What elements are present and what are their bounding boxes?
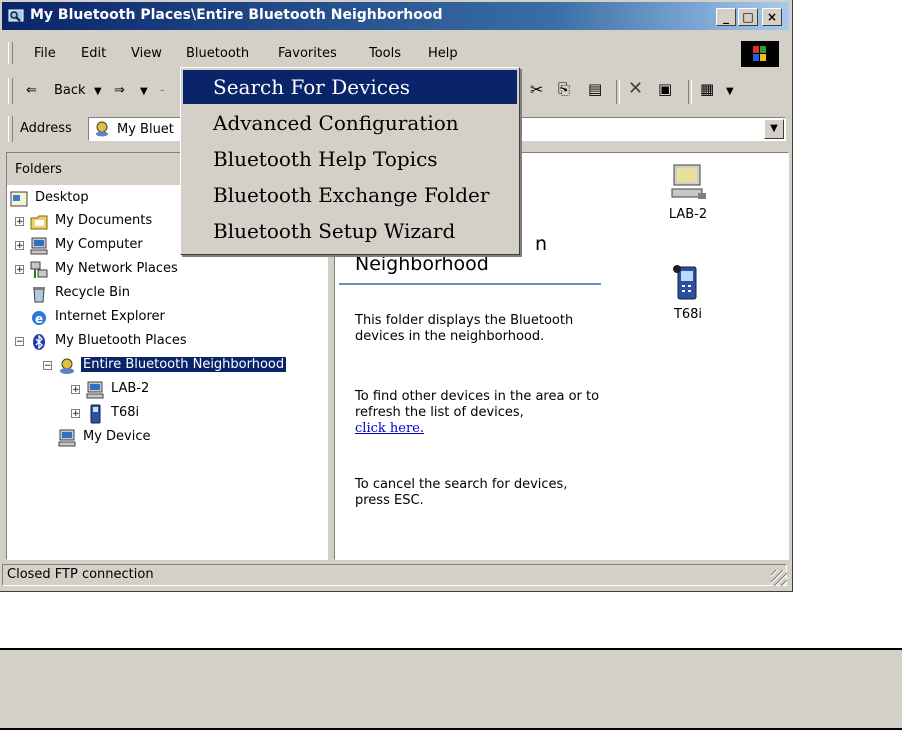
menu-item-bluetooth-exchange-folder[interactable]: Bluetooth Exchange Folder	[183, 178, 517, 212]
up-folder-icon[interactable]: -	[160, 83, 165, 98]
collapse-toggle[interactable]: −	[43, 361, 52, 371]
toolbar-separator	[688, 80, 692, 104]
expand-toggle[interactable]: +	[71, 385, 80, 395]
menu-help[interactable]: Help	[428, 46, 458, 61]
delete-icon[interactable]: ✕	[628, 78, 643, 99]
paste-icon[interactable]: ▤	[588, 80, 602, 98]
address-value: My Bluet	[117, 122, 174, 137]
address-dropdown-icon[interactable]: ▼	[764, 119, 784, 139]
network-places-icon	[30, 261, 48, 278]
bluetooth-dropdown-menu: Search For Devices Advanced Configuratio…	[180, 67, 520, 255]
explorer-window: My Bluetooth Places\Entire Bluetooth Nei…	[0, 0, 793, 592]
menu-edit[interactable]: Edit	[81, 46, 106, 61]
cancel-search-text: To cancel the search for devices, press …	[355, 477, 568, 508]
computer-icon	[671, 164, 706, 199]
expand-toggle[interactable]: +	[71, 409, 80, 419]
tree-item-label: Desktop	[35, 190, 89, 205]
refresh-instruction: To find other devices in the area or to …	[355, 389, 600, 420]
folder-documents-icon	[30, 215, 48, 230]
status-bar: Closed FTP connection	[2, 564, 789, 588]
maximize-button[interactable]: □	[738, 8, 758, 26]
tree-item-label: Recycle Bin	[55, 285, 130, 300]
windows-logo-icon	[741, 41, 779, 67]
expand-toggle[interactable]: +	[15, 241, 24, 251]
tree-item-label: My Computer	[55, 237, 143, 252]
bluetooth-neighborhood-icon	[60, 358, 74, 374]
menu-view[interactable]: View	[131, 46, 162, 61]
footer-top-rule	[0, 648, 902, 650]
title-bar[interactable]: My Bluetooth Places\Entire Bluetooth Nei…	[2, 2, 789, 30]
tree-item-label-selected: Entire Bluetooth Neighborhood	[81, 357, 287, 372]
tree-item-label: My Bluetooth Places	[55, 333, 187, 348]
menu-tools[interactable]: Tools	[369, 46, 401, 61]
page-heading: Neighborhood	[355, 253, 489, 275]
bluetooth-icon	[33, 334, 45, 350]
heading-divider	[339, 283, 601, 285]
back-dropdown-icon[interactable]: ▼	[94, 86, 102, 97]
svg-text:e: e	[35, 312, 43, 326]
search-devices-link[interactable]: click here.	[355, 421, 424, 436]
menu-favorites[interactable]: Favorites	[278, 46, 337, 61]
menubar-grip[interactable]	[8, 42, 13, 64]
resize-grip-icon[interactable]	[771, 570, 787, 586]
menu-bluetooth[interactable]: Bluetooth	[186, 46, 249, 61]
toolbar-grip[interactable]	[8, 78, 13, 104]
menu-file[interactable]: File	[34, 46, 56, 61]
views-dropdown-icon[interactable]: ▼	[726, 86, 734, 97]
window-title: My Bluetooth Places\Entire Bluetooth Nei…	[30, 7, 443, 23]
computer-icon	[58, 429, 76, 447]
addressbar-grip[interactable]	[8, 116, 13, 142]
menu-item-search-for-devices[interactable]: Search For Devices	[183, 70, 517, 104]
computer-icon	[86, 381, 104, 399]
tree-item-label: My Documents	[55, 213, 153, 228]
refresh-instruction-text: To find other devices in the area or to …	[355, 389, 605, 437]
back-arrow-icon[interactable]: ⇐	[26, 83, 37, 98]
device-label: T68i	[673, 307, 703, 322]
views-icon[interactable]: ▦	[700, 80, 714, 98]
device-lab-2[interactable]: LAB-2	[653, 163, 723, 222]
internet-explorer-icon: e	[32, 311, 46, 326]
menu-item-advanced-configuration[interactable]: Advanced Configuration	[183, 106, 517, 140]
forward-dropdown-icon[interactable]: ▼	[140, 86, 148, 97]
minimize-button[interactable]: _	[716, 8, 736, 26]
tree-item-label: T68i	[111, 405, 140, 420]
phone-icon	[90, 404, 101, 424]
menu-item-bluetooth-setup-wizard[interactable]: Bluetooth Setup Wizard	[183, 214, 517, 248]
expand-toggle[interactable]: +	[15, 217, 24, 227]
menu-bar: File Edit View Bluetooth Favorites Tools…	[2, 40, 789, 68]
device-t68i[interactable]: T68i	[653, 263, 723, 322]
back-button[interactable]: Back	[54, 83, 86, 98]
tree-item-label: LAB-2	[111, 381, 150, 396]
footer-bottom-rule	[0, 728, 902, 730]
footer-band	[0, 648, 902, 730]
close-button[interactable]: ×	[762, 8, 782, 26]
tree-item-label: My Network Places	[55, 261, 178, 276]
toolbar-separator	[616, 80, 620, 104]
folders-header-label: Folders	[15, 162, 62, 177]
copy-icon[interactable]: ⎘	[558, 80, 570, 98]
cut-icon[interactable]: ✂	[530, 80, 543, 99]
status-text: Closed FTP connection	[2, 564, 787, 586]
bluetooth-neighborhood-icon	[96, 121, 108, 137]
tree-item-label: My Device	[83, 429, 151, 444]
menu-item-bluetooth-help-topics[interactable]: Bluetooth Help Topics	[183, 142, 517, 176]
desktop-icon	[10, 191, 28, 207]
tree-item-label: Internet Explorer	[55, 309, 165, 324]
bluetooth-places-icon	[8, 9, 24, 22]
forward-arrow-icon[interactable]: ⇒	[114, 83, 125, 98]
heading-fragment: n	[535, 233, 548, 255]
address-label: Address	[20, 121, 72, 136]
description-text: This folder displays the Bluetooth devic…	[355, 313, 574, 344]
phone-icon	[673, 265, 697, 300]
computer-icon	[30, 237, 48, 255]
recycle-bin-icon	[33, 287, 45, 303]
properties-icon[interactable]: ▣	[658, 80, 672, 98]
expand-toggle[interactable]: +	[15, 265, 24, 275]
collapse-toggle[interactable]: −	[15, 337, 24, 347]
device-label: LAB-2	[668, 207, 708, 222]
